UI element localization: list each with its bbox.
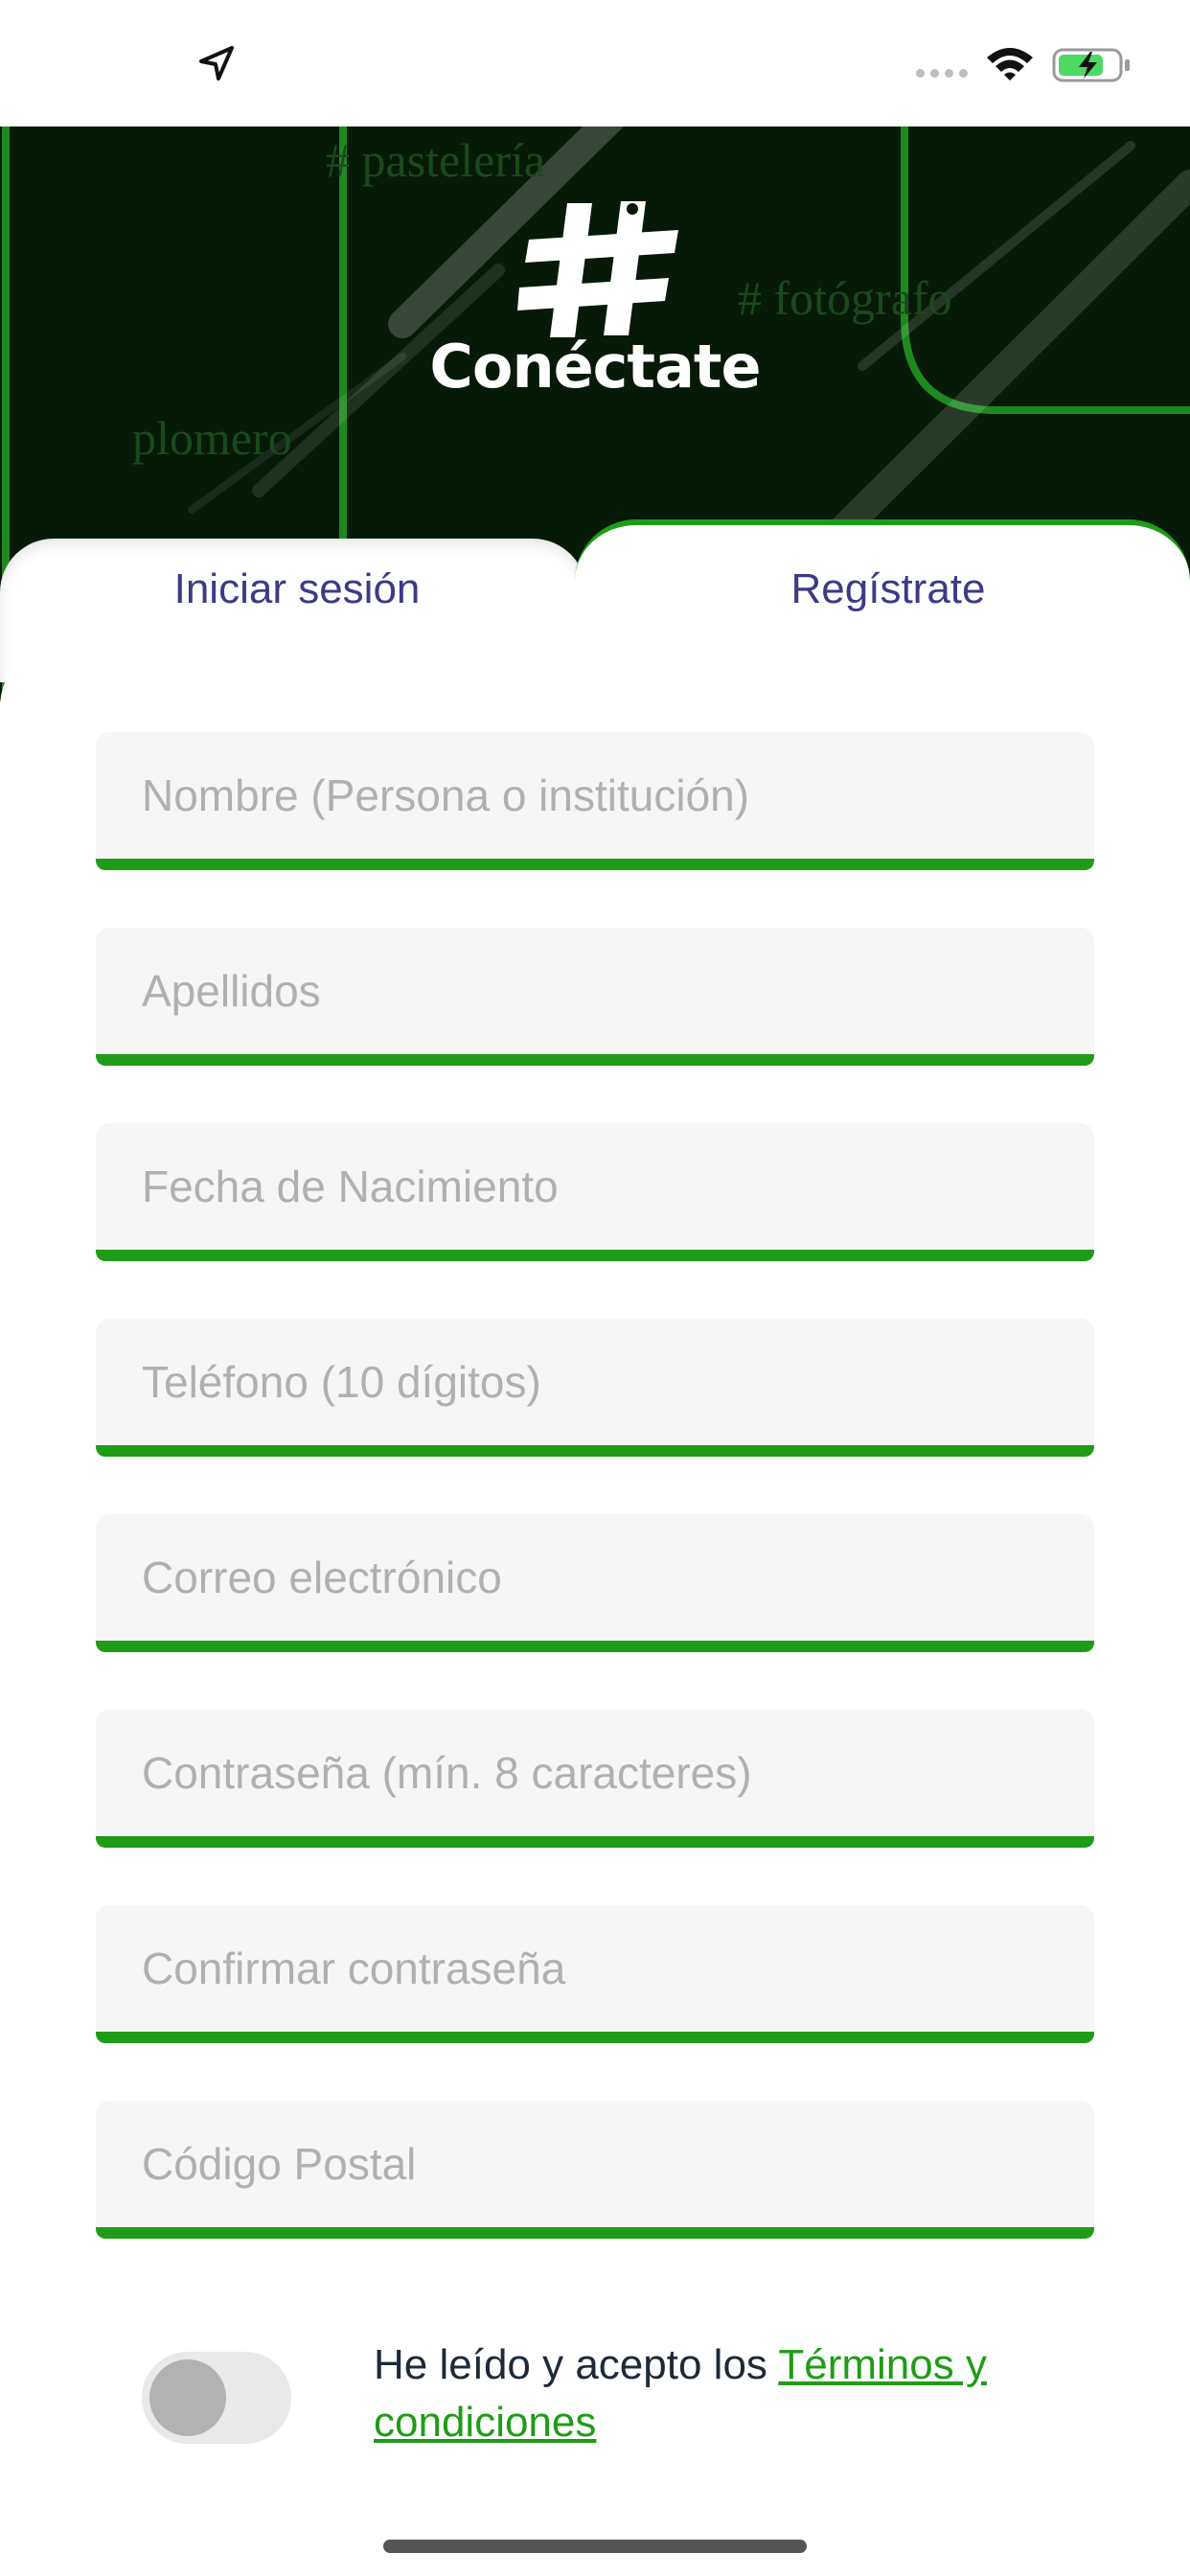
hero-word-pasteleria: # pastelería	[326, 133, 546, 187]
phone-input[interactable]	[96, 1319, 1094, 1445]
email-field[interactable]	[96, 1514, 1094, 1652]
last-name-field[interactable]	[96, 928, 1094, 1066]
battery-charging-icon	[1052, 48, 1130, 82]
postal-code-field[interactable]	[96, 2101, 1094, 2239]
location-arrow-icon	[199, 46, 234, 80]
hashtag-logo-icon	[517, 201, 678, 337]
password-field[interactable]	[96, 1710, 1094, 1848]
confirm-password-field[interactable]	[96, 1905, 1094, 2043]
email-input[interactable]	[96, 1514, 1094, 1641]
birth-date-field[interactable]	[96, 1123, 1094, 1261]
status-bar	[0, 0, 1190, 126]
last-name-input[interactable]	[96, 928, 1094, 1054]
terms-prefix: He leído y acepto los	[374, 2341, 779, 2388]
terms-toggle-knob	[149, 2359, 226, 2436]
app-logo-text: Conéctate	[429, 332, 761, 402]
password-input[interactable]	[96, 1710, 1094, 1836]
hero-word-fotografo: # fotógrafo	[738, 271, 952, 325]
terms-toggle[interactable]	[142, 2352, 291, 2444]
birth-date-input[interactable]	[96, 1123, 1094, 1250]
postal-code-input[interactable]	[96, 2101, 1094, 2227]
name-field[interactable]	[96, 732, 1094, 870]
home-indicator	[383, 2540, 807, 2553]
confirm-password-input[interactable]	[96, 1905, 1094, 2032]
name-input[interactable]	[96, 732, 1094, 859]
hero-word-plomero: plomero	[132, 411, 292, 465]
tab-register-label[interactable]: Regístrate	[586, 565, 1190, 613]
cellular-signal-icon	[916, 69, 968, 78]
wifi-icon	[987, 48, 1033, 80]
tab-login-label[interactable]: Iniciar sesión	[0, 565, 594, 613]
terms-text: He leído y acepto los Términos y condici…	[374, 2336, 1064, 2451]
phone-field[interactable]	[96, 1319, 1094, 1457]
